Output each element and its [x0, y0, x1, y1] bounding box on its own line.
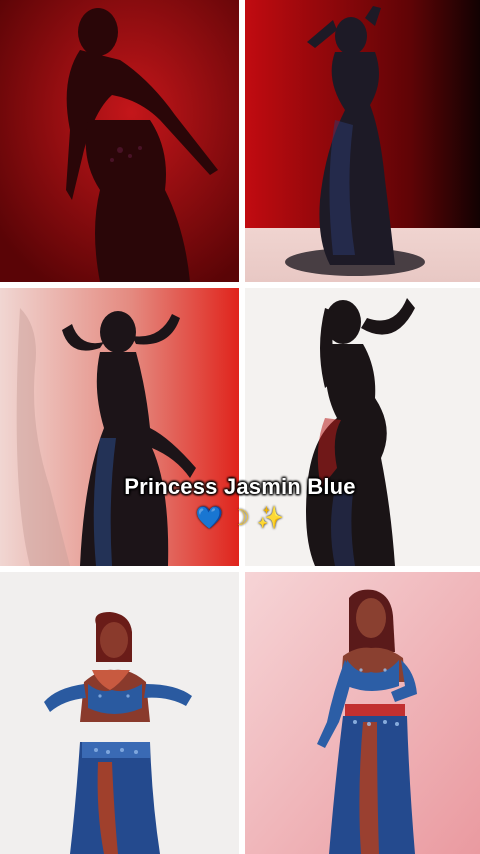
caption-title: Princess Jasmin Blue	[124, 474, 356, 499]
photo-tile-1	[0, 0, 239, 282]
photo-tile-5	[0, 572, 239, 854]
photo-tile-6	[245, 572, 480, 854]
caption-overlay: Princess Jasmin Blue 💙 ☽ ✨	[0, 474, 480, 531]
sparkles-icon: ✨	[256, 506, 285, 531]
crescent-moon-icon: ☽	[230, 506, 250, 531]
blue-heart-icon: 💙	[195, 506, 224, 531]
photo-tile-2	[245, 0, 480, 282]
caption-emoji-row: 💙 ☽ ✨	[0, 506, 480, 531]
